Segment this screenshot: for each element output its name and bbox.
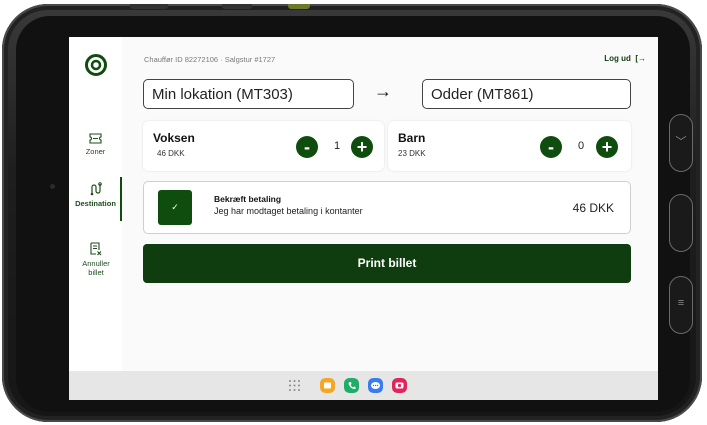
app-logo — [85, 54, 107, 76]
sidebar-item-label: Destination — [75, 199, 116, 208]
passenger-price: 46 DKK — [157, 149, 185, 158]
receipt-cancel-icon — [90, 242, 102, 256]
hardware-home-key — [669, 194, 693, 252]
phone-icon[interactable] — [344, 378, 359, 393]
print-ticket-button[interactable]: Print billet — [143, 244, 631, 283]
hardware-top-button — [130, 4, 168, 9]
hardware-top-button — [288, 4, 310, 9]
driver-trip-info: Chauffør ID 82272106 · Salgstur #1727 — [144, 55, 276, 64]
payment-confirmation-card[interactable]: ✓ Bekræft betaling Jeg har modtaget beta… — [143, 181, 631, 234]
camera-icon[interactable] — [392, 378, 407, 393]
my-files-icon[interactable] — [320, 378, 335, 393]
payment-subtitle: Jeg har modtaget betaling i kontanter — [214, 206, 363, 216]
increment-button[interactable]: + — [596, 136, 618, 158]
from-location-field[interactable]: Min lokation (MT303) — [143, 79, 354, 109]
sidebar-item-destination[interactable]: Destination — [69, 182, 122, 208]
route-icon — [90, 182, 102, 196]
front-camera — [50, 184, 55, 189]
passenger-count: 1 — [334, 140, 341, 152]
passenger-count: 0 — [578, 140, 585, 152]
ticket-icon — [89, 133, 102, 144]
sidebar: Zoner Destination Annuller billet — [69, 37, 122, 371]
messages-icon[interactable] — [368, 378, 383, 393]
hardware-recents-key: ≡ — [669, 276, 693, 334]
route-arrow-icon: → — [374, 81, 392, 101]
hardware-top-button — [222, 4, 252, 9]
increment-button[interactable]: + — [351, 136, 373, 158]
logout-label: Log ud — [604, 54, 631, 63]
passenger-type-label: Voksen — [153, 131, 195, 145]
decrement-button[interactable]: - — [296, 136, 318, 158]
sidebar-item-annuller-billet[interactable]: Annuller billet — [69, 242, 122, 277]
app-grid-icon[interactable] — [287, 378, 302, 393]
sidebar-item-label: Annuller billet — [82, 259, 110, 277]
payment-checkbox[interactable]: ✓ — [158, 190, 192, 225]
sidebar-item-zoner[interactable]: Zoner — [69, 133, 122, 156]
app-screen: Zoner Destination Annuller billet Chauff… — [69, 37, 658, 400]
logout-link[interactable]: Log ud [→ — [604, 54, 646, 63]
to-location-field[interactable]: Odder (MT861) — [422, 79, 631, 109]
decrement-button[interactable]: - — [540, 136, 562, 158]
sidebar-item-label: Zoner — [85, 147, 106, 156]
passenger-type-label: Barn — [398, 131, 426, 145]
payment-title: Bekræft betaling — [214, 194, 282, 204]
main-content: Chauffør ID 82272106 · Salgstur #1727 Lo… — [122, 37, 658, 371]
system-taskbar — [69, 371, 658, 400]
payment-amount: 46 DKK — [572, 201, 614, 215]
passenger-price: 23 DKK — [398, 149, 426, 158]
passenger-card-voksen: Voksen 46 DKK - 1 + — [143, 121, 384, 171]
passenger-card-barn: Barn 23 DKK - 0 + — [388, 121, 631, 171]
logout-arrow-icon: [→ — [633, 54, 646, 63]
hardware-back-key: ﹀ — [669, 114, 693, 172]
